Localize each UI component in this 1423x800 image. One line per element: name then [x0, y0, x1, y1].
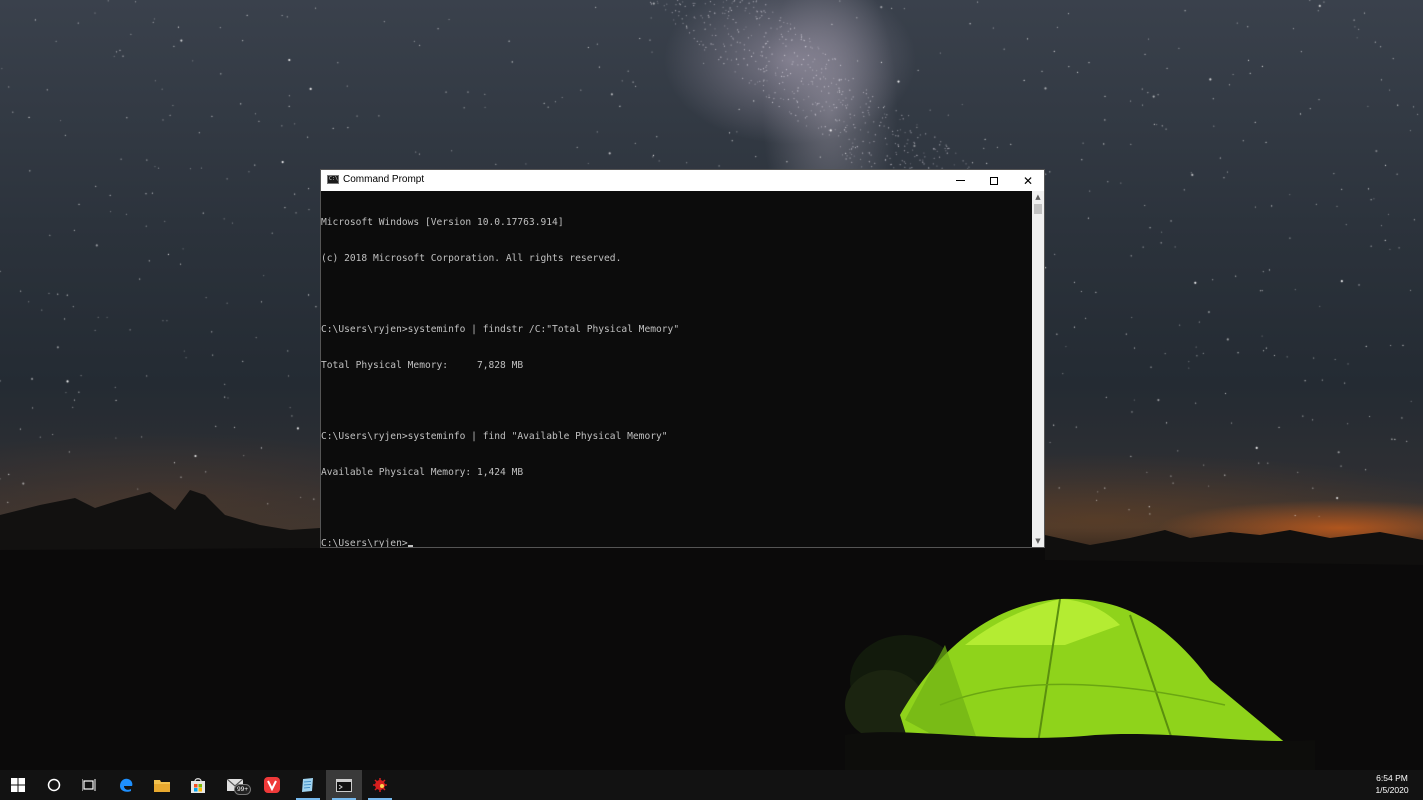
console-line: C:\Users\ryjen>systeminfo | find "Availa…	[321, 431, 668, 443]
microsoft-store-icon	[191, 778, 205, 793]
window-title: Command Prompt	[343, 174, 425, 185]
console-line: (c) 2018 Microsoft Corporation. All righ…	[321, 252, 622, 264]
task-view-icon	[82, 779, 96, 791]
file-explorer-icon	[154, 780, 170, 792]
command-prompt-icon	[336, 778, 352, 792]
clock-time: 6:54 PM	[1376, 773, 1408, 783]
vivaldi-browser-icon	[264, 777, 280, 793]
windows-start-icon	[11, 778, 25, 792]
taskbar-notepad[interactable]	[290, 770, 326, 800]
notepad-icon	[302, 778, 313, 792]
command-prompt-window[interactable]: C:\ Command Prompt ✕ Microsoft Windows […	[320, 169, 1045, 548]
console-line: Total Physical Memory: 7,828 MB	[321, 359, 524, 371]
minimize-button[interactable]	[943, 170, 977, 191]
task-view-button[interactable]	[71, 770, 107, 800]
taskbar-vivaldi[interactable]	[254, 770, 290, 800]
taskbar-edge[interactable]	[108, 770, 144, 800]
console-prompt-line[interactable]: C:\Users\ryjen>	[321, 538, 1032, 547]
console-output[interactable]: Microsoft Windows [Version 10.0.17763.91…	[321, 192, 1032, 547]
taskbar: 99+ 6:54 PM 1/5/2020	[0, 770, 1423, 800]
taskbar-red-app[interactable]	[362, 770, 398, 800]
minimize-icon	[955, 180, 965, 181]
desktop: C:\ Command Prompt ✕ Microsoft Windows […	[0, 0, 1423, 800]
edge-browser-icon	[120, 778, 133, 792]
system-clock[interactable]: 6:54 PM 1/5/2020	[1367, 772, 1417, 796]
maximize-icon	[990, 176, 998, 185]
start-button[interactable]	[0, 770, 36, 800]
text-cursor	[407, 545, 413, 547]
taskbar-command-prompt[interactable]	[326, 770, 362, 800]
cortana-button[interactable]	[36, 770, 72, 800]
scroll-up-arrow-icon[interactable]: ▲	[1032, 191, 1044, 203]
scroll-thumb[interactable]	[1034, 204, 1042, 214]
close-icon: ✕	[1022, 173, 1034, 188]
console-line: Microsoft Windows [Version 10.0.17763.91…	[321, 216, 564, 228]
vertical-scrollbar[interactable]: ▲ ▼	[1032, 191, 1044, 547]
console-icon: C:\	[327, 175, 339, 184]
mail-badge: 99+	[234, 784, 252, 795]
clock-date: 1/5/2020	[1375, 785, 1409, 795]
console-prompt: C:\Users\ryjen>	[321, 538, 408, 547]
scroll-down-arrow-icon[interactable]: ▼	[1032, 535, 1044, 547]
console-line: Available Physical Memory: 1,424 MB	[321, 466, 524, 478]
maximize-button[interactable]	[977, 170, 1011, 191]
taskbar-file-explorer[interactable]	[144, 770, 180, 800]
wallpaper-tent	[845, 598, 1315, 770]
taskbar-mail[interactable]: 99+	[217, 770, 253, 800]
cortana-search-icon	[47, 778, 61, 792]
close-button[interactable]: ✕	[1011, 170, 1045, 191]
console-line: C:\Users\ryjen>systeminfo | findstr /C:"…	[321, 323, 680, 335]
red-app-icon	[373, 778, 387, 792]
taskbar-store[interactable]	[180, 770, 216, 800]
window-titlebar[interactable]: C:\ Command Prompt ✕	[321, 170, 1044, 191]
